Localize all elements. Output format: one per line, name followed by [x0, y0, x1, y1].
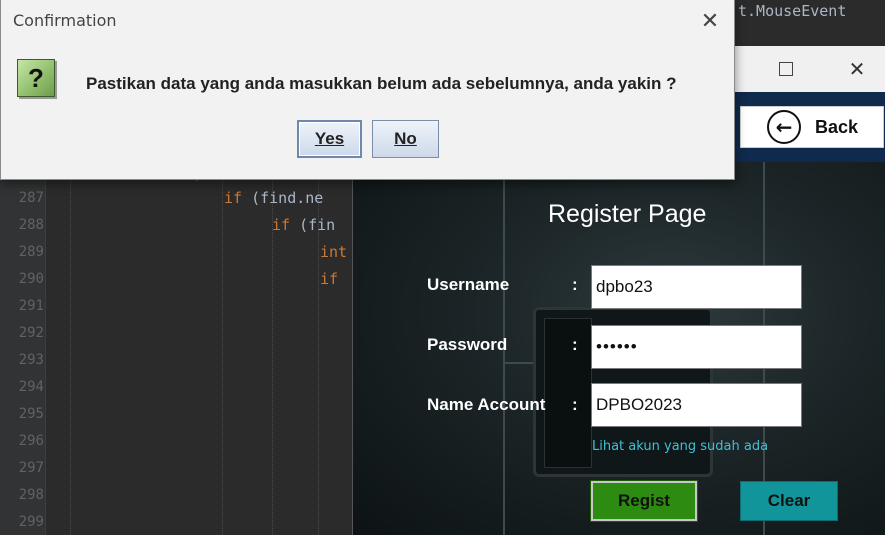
password-label: Password: [427, 335, 508, 354]
code-keyword: if: [272, 216, 291, 234]
line-number: 289: [18, 244, 44, 260]
line-number: 298: [18, 487, 44, 503]
dialog-close-button[interactable]: ✕: [693, 6, 727, 36]
dialog-titlebar: Confirmation ✕: [1, 0, 734, 44]
line-number: 299: [18, 514, 44, 530]
password-field[interactable]: ••••••: [591, 325, 802, 369]
dialog-message: Pastikan data yang anda masukkan belum a…: [86, 74, 677, 93]
line-number: 296: [18, 433, 44, 449]
line-number: 288: [18, 217, 44, 233]
dialog-title: Confirmation: [13, 11, 117, 30]
yes-button[interactable]: Yes: [297, 120, 362, 158]
line-number: 290: [18, 271, 44, 287]
back-button[interactable]: ← Back: [740, 106, 884, 148]
username-field[interactable]: dpbo23: [591, 265, 802, 309]
code-keyword: if: [320, 270, 339, 288]
code-keyword: if: [224, 189, 243, 207]
register-close-button[interactable]: ✕: [837, 54, 877, 84]
indent-guide: [222, 170, 223, 535]
no-button[interactable]: No: [372, 120, 439, 158]
name-account-field[interactable]: DPBO2023: [591, 383, 802, 427]
line-number: 293: [18, 352, 44, 368]
name-account-label: Name Account: [427, 395, 546, 414]
code-line: if (fin: [272, 216, 335, 234]
clear-button[interactable]: Clear: [740, 481, 838, 521]
password-colon: :: [572, 335, 578, 354]
line-number: 287: [18, 190, 44, 206]
code-text: (fin: [290, 216, 336, 234]
regist-button[interactable]: Regist: [590, 480, 698, 522]
decor-line: [505, 362, 535, 364]
code-keyword: int: [320, 243, 348, 261]
confirmation-dialog: Confirmation ✕ ? Pastikan data yang anda…: [0, 0, 735, 180]
line-number: 295: [18, 406, 44, 422]
view-existing-accounts-link[interactable]: Lihat akun yang sudah ada: [592, 439, 768, 454]
indent-guide: [70, 170, 71, 535]
code-line: if (find.ne: [224, 189, 323, 207]
back-button-label: Back: [815, 116, 859, 137]
username-colon: :: [572, 275, 578, 294]
editor-title-fragment: t.MouseEvent: [738, 2, 847, 20]
maximize-icon: [779, 62, 793, 76]
name-account-colon: :: [572, 395, 578, 414]
maximize-button[interactable]: [766, 54, 806, 84]
username-label: Username: [427, 275, 510, 294]
line-number: 294: [18, 379, 44, 395]
code-line: int: [320, 243, 347, 261]
code-line: if: [320, 270, 338, 288]
arrow-left-circle-icon: ←: [767, 110, 801, 144]
page-title: Register Page: [548, 200, 707, 228]
question-icon: ?: [17, 59, 55, 97]
line-number: 292: [18, 325, 44, 341]
code-text: (find.ne: [242, 189, 324, 207]
line-number: 291: [18, 298, 44, 314]
decor-monitor-screen: [544, 318, 592, 468]
line-number: 297: [18, 460, 44, 476]
